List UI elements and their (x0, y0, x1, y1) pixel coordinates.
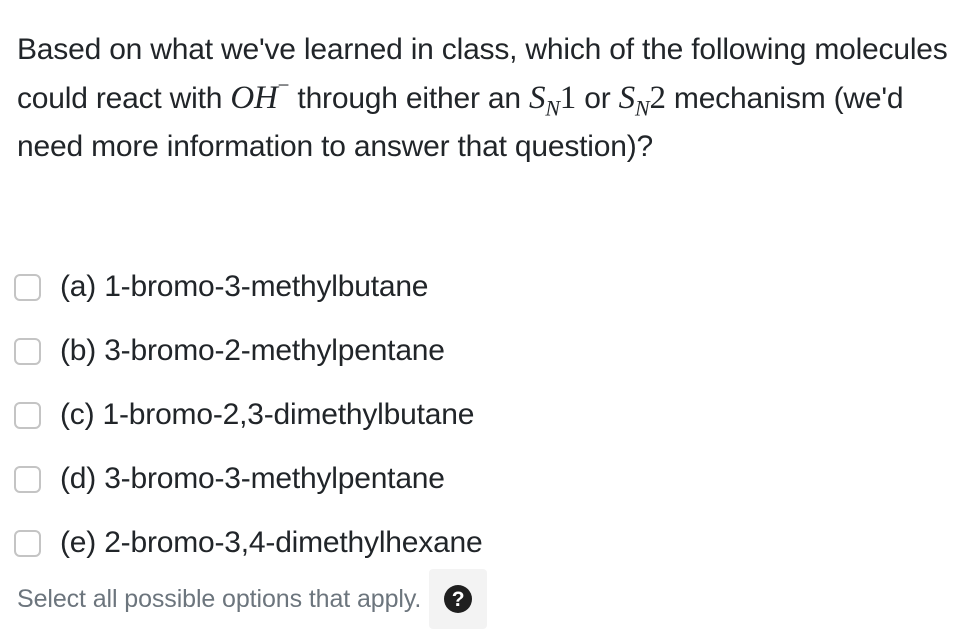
option-e-label[interactable]: (e) 2-bromo-3,4-dimethylhexane (60, 526, 483, 560)
option-b-label[interactable]: (b) 3-bromo-2-methylpentane (60, 334, 445, 368)
option-c[interactable]: (c) 1-bromo-2,3-dimethylbutane (14, 383, 914, 447)
question-text-part: or (576, 82, 619, 115)
sn2-formula: SN2 (618, 80, 666, 121)
option-d[interactable]: (d) 3-bromo-3-methylpentane (14, 447, 914, 511)
option-d-label[interactable]: (d) 3-bromo-3-methylpentane (60, 462, 445, 496)
option-b[interactable]: (b) 3-bromo-2-methylpentane (14, 319, 914, 383)
option-a[interactable]: (a) 1-bromo-3-methylbutane (14, 255, 914, 319)
option-d-checkbox[interactable] (14, 465, 41, 493)
question-text: Based on what we've learned in class, wh… (17, 26, 962, 171)
option-a-label[interactable]: (a) 1-bromo-3-methylbutane (60, 270, 428, 304)
option-b-checkbox[interactable] (14, 337, 41, 365)
option-e[interactable]: (e) 2-bromo-3,4-dimethylhexane (14, 511, 914, 575)
hydroxide-formula: OH− (230, 73, 290, 117)
option-a-checkbox[interactable] (14, 273, 41, 301)
question-circle-icon[interactable]: ? (444, 585, 473, 613)
sn1-formula: SN1 (529, 80, 577, 121)
question-text-part: through either an (289, 82, 529, 115)
help-button[interactable]: ? (429, 569, 488, 629)
answer-options: (a) 1-bromo-3-methylbutane (b) 3-bromo-2… (14, 255, 914, 575)
help-row: Select all possible options that apply. … (17, 568, 488, 630)
option-c-label[interactable]: (c) 1-bromo-2,3-dimethylbutane (60, 398, 474, 432)
option-c-checkbox[interactable] (14, 401, 41, 429)
help-text: Select all possible options that apply. (17, 584, 422, 613)
option-e-checkbox[interactable] (14, 529, 41, 557)
